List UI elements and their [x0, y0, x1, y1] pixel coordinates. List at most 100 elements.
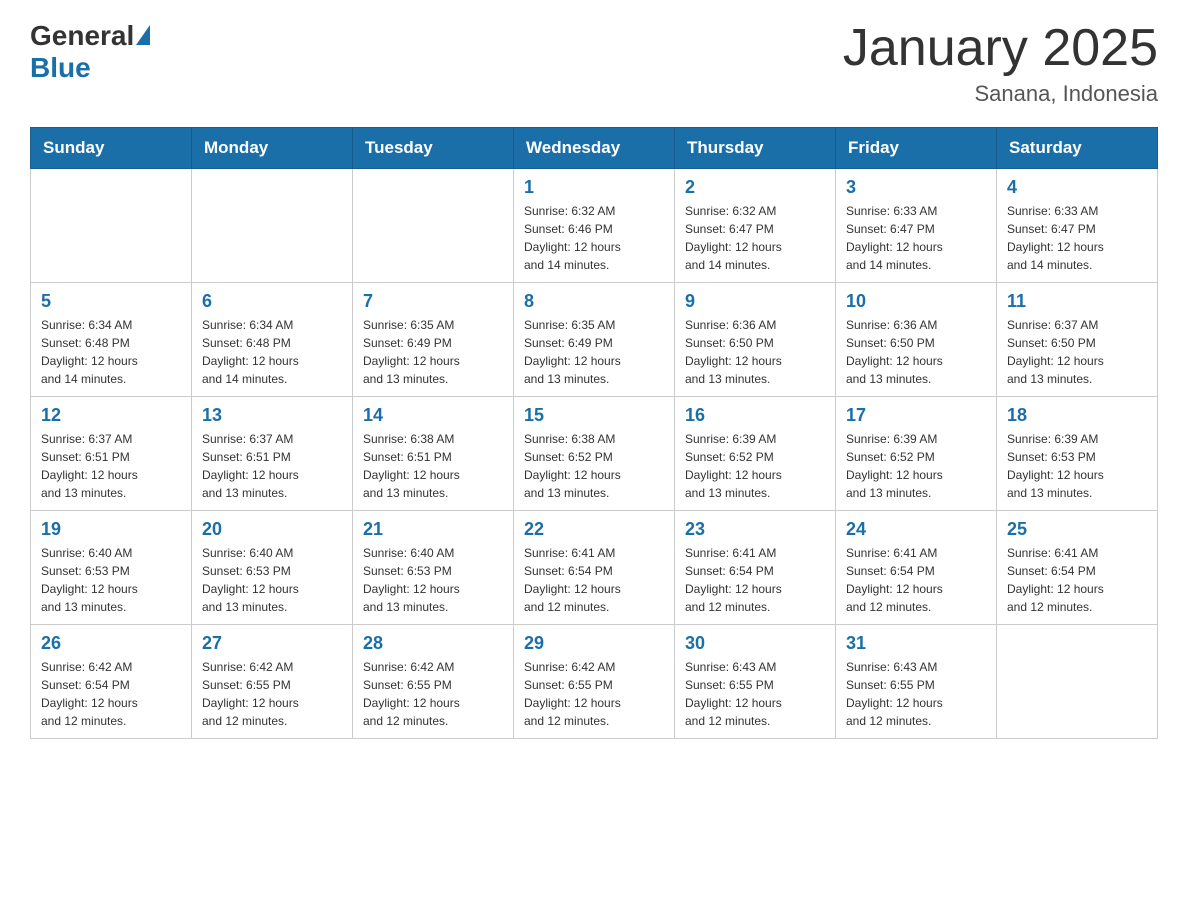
day-number: 4: [1007, 177, 1147, 198]
calendar-cell: 16 Sunrise: 6:39 AM Sunset: 6:52 PM Dayli…: [675, 397, 836, 511]
calendar-header-row: SundayMondayTuesdayWednesdayThursdayFrid…: [31, 128, 1158, 169]
day-info: Sunrise: 6:36 AM Sunset: 6:50 PM Dayligh…: [685, 316, 825, 388]
calendar-cell: 17Sunrise: 6:39 AM Sunset: 6:52 PM Dayli…: [836, 397, 997, 511]
title-area: January 2025 Sanana, Indonesia: [843, 20, 1158, 107]
calendar-cell: 30 Sunrise: 6:43 AM Sunset: 6:55 PM Dayli…: [675, 625, 836, 739]
day-info: Sunrise: 6:41 AM Sunset: 6:54 PM Dayligh…: [685, 544, 825, 616]
day-number: 17: [846, 405, 986, 426]
column-header-monday: Monday: [192, 128, 353, 169]
column-header-thursday: Thursday: [675, 128, 836, 169]
calendar-cell: 3 Sunrise: 6:33 AM Sunset: 6:47 PM Daylig…: [836, 169, 997, 283]
day-info: Sunrise: 6:43 AM Sunset: 6:55 PM Dayligh…: [685, 658, 825, 730]
logo-blue-part: [134, 25, 150, 47]
day-number: 28: [363, 633, 503, 654]
calendar-cell: 26 Sunrise: 6:42 AM Sunset: 6:54 PM Dayli…: [31, 625, 192, 739]
calendar-cell: 1 Sunrise: 6:32 AM Sunset: 6:46 PM Daylig…: [514, 169, 675, 283]
day-number: 29: [524, 633, 664, 654]
calendar-cell: 25 Sunrise: 6:41 AM Sunset: 6:54 PM Dayli…: [997, 511, 1158, 625]
calendar-cell: 21 Sunrise: 6:40 AM Sunset: 6:53 PM Dayli…: [353, 511, 514, 625]
calendar-cell: 22 Sunrise: 6:41 AM Sunset: 6:54 PM Dayli…: [514, 511, 675, 625]
day-info: Sunrise: 6:42 AM Sunset: 6:54 PM Dayligh…: [41, 658, 181, 730]
day-number: 20: [202, 519, 342, 540]
logo-triangle-icon: [136, 25, 150, 45]
day-number: 30: [685, 633, 825, 654]
calendar-cell: 8Sunrise: 6:35 AM Sunset: 6:49 PM Daylig…: [514, 283, 675, 397]
calendar-cell: [997, 625, 1158, 739]
calendar-cell: [353, 169, 514, 283]
day-number: 24: [846, 519, 986, 540]
day-number: 18: [1007, 405, 1147, 426]
day-info: Sunrise: 6:37 AM Sunset: 6:51 PM Dayligh…: [41, 430, 181, 502]
day-number: 2: [685, 177, 825, 198]
calendar-cell: 19 Sunrise: 6:40 AM Sunset: 6:53 PM Dayli…: [31, 511, 192, 625]
day-number: 14: [363, 405, 503, 426]
header: General Blue January 2025 Sanana, Indone…: [30, 20, 1158, 107]
day-number: 15: [524, 405, 664, 426]
day-info: Sunrise: 6:33 AM Sunset: 6:47 PM Dayligh…: [846, 202, 986, 274]
calendar-cell: 31Sunrise: 6:43 AM Sunset: 6:55 PM Dayli…: [836, 625, 997, 739]
day-number: 22: [524, 519, 664, 540]
logo: General Blue: [30, 20, 150, 84]
day-number: 1: [524, 177, 664, 198]
day-number: 23: [685, 519, 825, 540]
column-header-sunday: Sunday: [31, 128, 192, 169]
calendar-cell: 14 Sunrise: 6:38 AM Sunset: 6:51 PM Dayli…: [353, 397, 514, 511]
calendar-cell: 24 Sunrise: 6:41 AM Sunset: 6:54 PM Dayli…: [836, 511, 997, 625]
day-number: 21: [363, 519, 503, 540]
day-number: 27: [202, 633, 342, 654]
calendar-cell: 27 Sunrise: 6:42 AM Sunset: 6:55 PM Dayli…: [192, 625, 353, 739]
day-info: Sunrise: 6:40 AM Sunset: 6:53 PM Dayligh…: [363, 544, 503, 616]
day-info: Sunrise: 6:39 AM Sunset: 6:52 PM Dayligh…: [685, 430, 825, 502]
logo-blue-text: Blue: [30, 52, 91, 84]
day-info: Sunrise: 6:38 AM Sunset: 6:51 PM Dayligh…: [363, 430, 503, 502]
calendar-cell: 9 Sunrise: 6:36 AM Sunset: 6:50 PM Daylig…: [675, 283, 836, 397]
day-number: 12: [41, 405, 181, 426]
calendar-cell: 5 Sunrise: 6:34 AM Sunset: 6:48 PM Daylig…: [31, 283, 192, 397]
column-header-wednesday: Wednesday: [514, 128, 675, 169]
calendar-cell: 23 Sunrise: 6:41 AM Sunset: 6:54 PM Dayli…: [675, 511, 836, 625]
day-number: 8: [524, 291, 664, 312]
day-number: 6: [202, 291, 342, 312]
calendar-cell: [192, 169, 353, 283]
location-text: Sanana, Indonesia: [843, 81, 1158, 107]
day-info: Sunrise: 6:42 AM Sunset: 6:55 PM Dayligh…: [202, 658, 342, 730]
day-info: Sunrise: 6:41 AM Sunset: 6:54 PM Dayligh…: [846, 544, 986, 616]
day-info: Sunrise: 6:40 AM Sunset: 6:53 PM Dayligh…: [41, 544, 181, 616]
day-info: Sunrise: 6:34 AM Sunset: 6:48 PM Dayligh…: [41, 316, 181, 388]
calendar-cell: 4 Sunrise: 6:33 AM Sunset: 6:47 PM Daylig…: [997, 169, 1158, 283]
calendar-cell: 18 Sunrise: 6:39 AM Sunset: 6:53 PM Dayli…: [997, 397, 1158, 511]
column-header-saturday: Saturday: [997, 128, 1158, 169]
day-number: 10: [846, 291, 986, 312]
day-info: Sunrise: 6:36 AM Sunset: 6:50 PM Dayligh…: [846, 316, 986, 388]
day-info: Sunrise: 6:40 AM Sunset: 6:53 PM Dayligh…: [202, 544, 342, 616]
calendar-cell: 12 Sunrise: 6:37 AM Sunset: 6:51 PM Dayli…: [31, 397, 192, 511]
calendar-week-row: 1 Sunrise: 6:32 AM Sunset: 6:46 PM Daylig…: [31, 169, 1158, 283]
day-info: Sunrise: 6:42 AM Sunset: 6:55 PM Dayligh…: [363, 658, 503, 730]
calendar-cell: 20 Sunrise: 6:40 AM Sunset: 6:53 PM Dayli…: [192, 511, 353, 625]
calendar-cell: 13Sunrise: 6:37 AM Sunset: 6:51 PM Dayli…: [192, 397, 353, 511]
day-number: 16: [685, 405, 825, 426]
day-number: 25: [1007, 519, 1147, 540]
calendar-week-row: 12 Sunrise: 6:37 AM Sunset: 6:51 PM Dayli…: [31, 397, 1158, 511]
day-info: Sunrise: 6:32 AM Sunset: 6:46 PM Dayligh…: [524, 202, 664, 274]
month-title: January 2025: [843, 20, 1158, 77]
day-info: Sunrise: 6:41 AM Sunset: 6:54 PM Dayligh…: [1007, 544, 1147, 616]
day-info: Sunrise: 6:39 AM Sunset: 6:53 PM Dayligh…: [1007, 430, 1147, 502]
day-number: 31: [846, 633, 986, 654]
day-number: 26: [41, 633, 181, 654]
day-number: 19: [41, 519, 181, 540]
calendar-week-row: 19 Sunrise: 6:40 AM Sunset: 6:53 PM Dayli…: [31, 511, 1158, 625]
day-number: 9: [685, 291, 825, 312]
day-number: 3: [846, 177, 986, 198]
calendar-cell: 6 Sunrise: 6:34 AM Sunset: 6:48 PM Daylig…: [192, 283, 353, 397]
calendar-cell: [31, 169, 192, 283]
calendar-cell: 11Sunrise: 6:37 AM Sunset: 6:50 PM Dayli…: [997, 283, 1158, 397]
calendar-table: SundayMondayTuesdayWednesdayThursdayFrid…: [30, 127, 1158, 739]
day-number: 5: [41, 291, 181, 312]
day-info: Sunrise: 6:41 AM Sunset: 6:54 PM Dayligh…: [524, 544, 664, 616]
calendar-cell: 10 Sunrise: 6:36 AM Sunset: 6:50 PM Dayli…: [836, 283, 997, 397]
column-header-tuesday: Tuesday: [353, 128, 514, 169]
day-info: Sunrise: 6:33 AM Sunset: 6:47 PM Dayligh…: [1007, 202, 1147, 274]
day-info: Sunrise: 6:34 AM Sunset: 6:48 PM Dayligh…: [202, 316, 342, 388]
calendar-week-row: 26 Sunrise: 6:42 AM Sunset: 6:54 PM Dayli…: [31, 625, 1158, 739]
